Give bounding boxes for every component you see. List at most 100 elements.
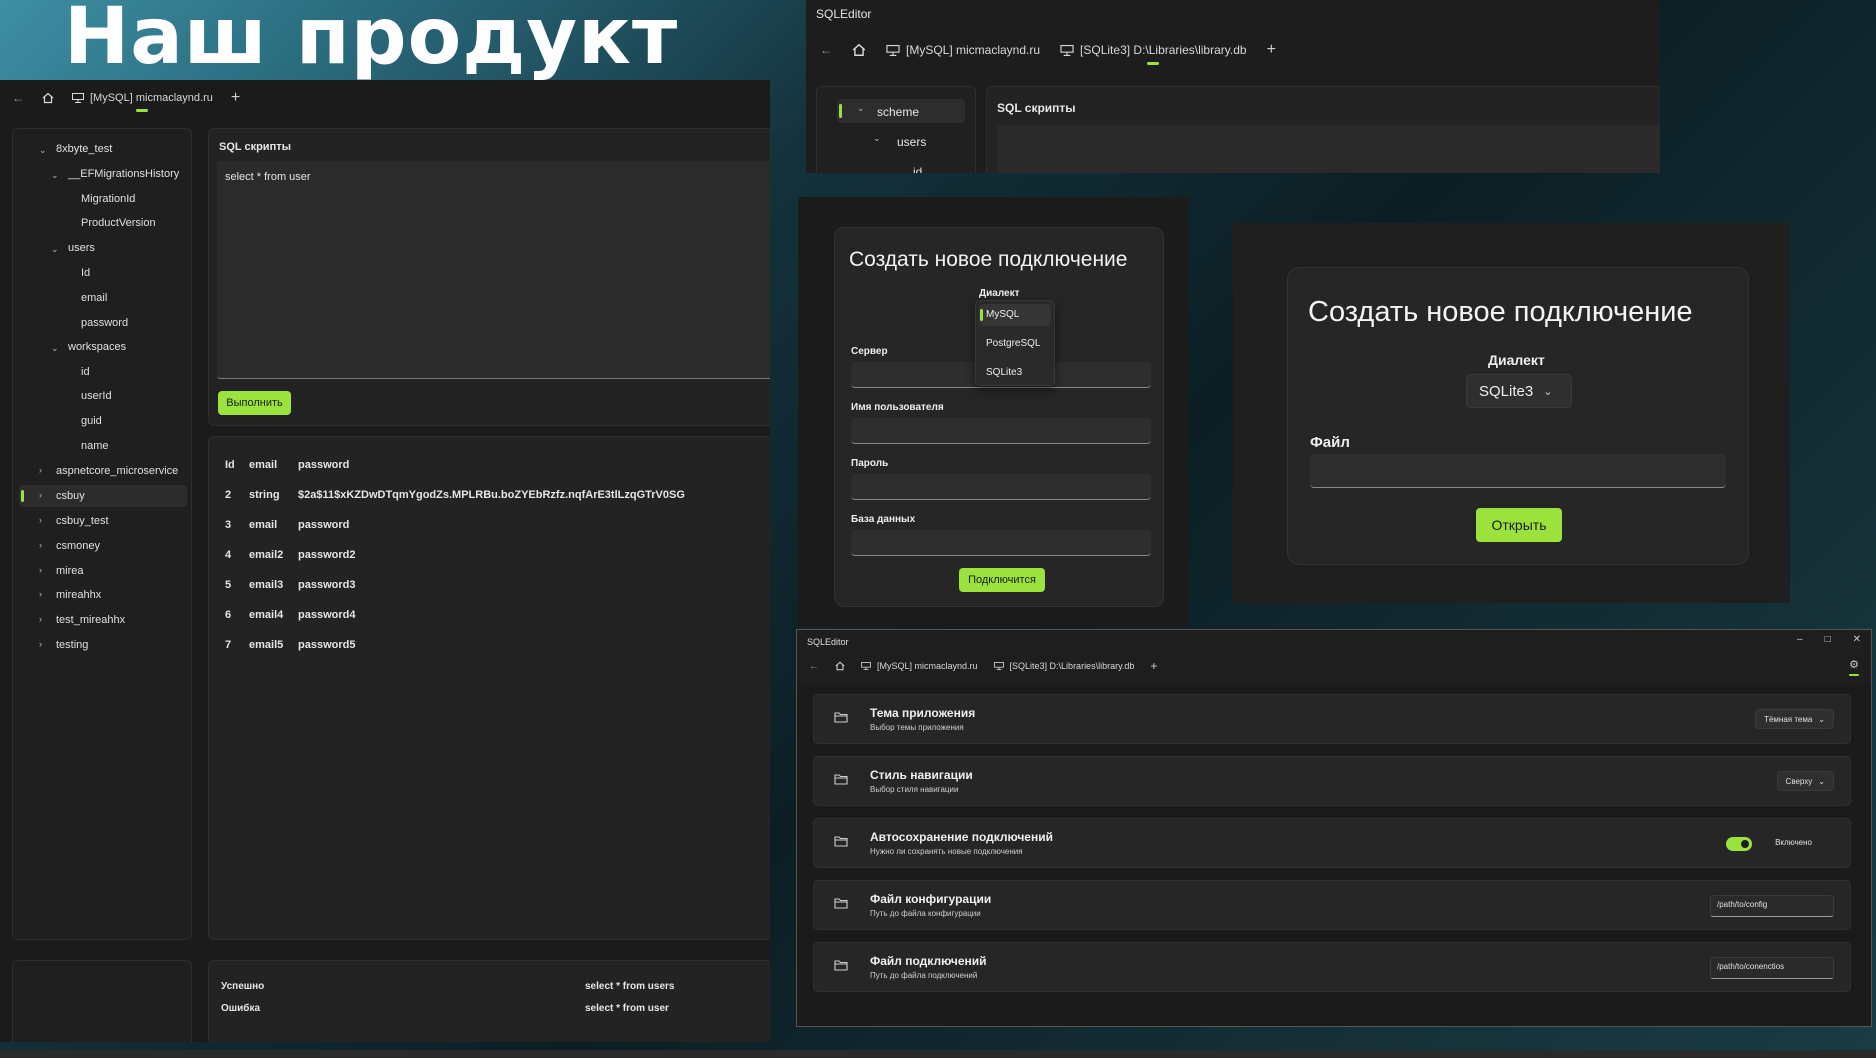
server-label: Сервер bbox=[851, 346, 888, 357]
active-tab-indicator bbox=[1849, 674, 1860, 676]
file-field[interactable] bbox=[1310, 454, 1726, 488]
back-arrow-icon[interactable]: ← bbox=[12, 91, 24, 105]
window-title: SQLEditor bbox=[807, 637, 849, 647]
tree-db[interactable]: mirea bbox=[56, 565, 84, 577]
tree-node-users[interactable]: users bbox=[897, 135, 926, 149]
tab-mysql-connection[interactable]: [MySQL] micmaclaynd.ru bbox=[72, 92, 213, 112]
tree-db[interactable]: testing bbox=[56, 639, 88, 651]
config-path-input[interactable]: /path/to/config bbox=[1710, 895, 1834, 917]
chevron-down-icon[interactable]: ⌄ bbox=[51, 170, 59, 181]
tab-sqlite-connection[interactable]: [SQLite3] D:\Libraries\library.db bbox=[993, 661, 1134, 671]
run-button[interactable]: Выполнить bbox=[218, 391, 291, 415]
autosave-toggle[interactable] bbox=[1726, 837, 1752, 851]
tree-db[interactable]: test_mireahhx bbox=[56, 614, 125, 626]
home-icon[interactable] bbox=[852, 43, 866, 57]
chevron-down-icon[interactable]: ⌄ bbox=[51, 343, 59, 354]
tree-column[interactable]: password bbox=[81, 317, 128, 329]
tree-column[interactable]: email bbox=[81, 292, 107, 304]
chevron-right-icon[interactable]: › bbox=[39, 540, 42, 550]
dialect-option[interactable]: PostgreSQL bbox=[986, 338, 1040, 349]
chevron-right-icon[interactable]: › bbox=[39, 490, 42, 500]
chevron-down-icon[interactable]: ⌄ bbox=[873, 133, 881, 144]
chevron-right-icon[interactable]: › bbox=[39, 589, 42, 599]
tree-db[interactable]: aspnetcore_microservice bbox=[56, 465, 178, 477]
add-tab-icon[interactable]: + bbox=[1267, 41, 1276, 59]
tree-column[interactable]: Id bbox=[81, 267, 90, 279]
settings-content: Тема приложения Выбор темы приложения Тё… bbox=[797, 682, 1871, 1026]
dialog-title: Создать новое подключение bbox=[1308, 296, 1693, 328]
connection-dialog: Создать новое подключение Диалект SQLite… bbox=[1287, 267, 1749, 565]
tree-db[interactable]: csmoney bbox=[56, 540, 100, 552]
dialect-option[interactable]: MySQL bbox=[986, 309, 1019, 320]
chevron-down-icon[interactable]: ⌄ bbox=[39, 145, 47, 156]
add-tab-icon[interactable]: + bbox=[231, 89, 240, 107]
username-field[interactable] bbox=[851, 418, 1151, 444]
log-query: select * from users bbox=[585, 981, 675, 992]
chevron-right-icon[interactable]: › bbox=[39, 515, 42, 525]
chevron-down-icon: ⌄ bbox=[1818, 776, 1825, 786]
chevron-down-icon[interactable]: ⌄ bbox=[51, 244, 59, 255]
tree-table-users[interactable]: users bbox=[68, 242, 95, 254]
tree-column[interactable]: ProductVersion bbox=[81, 217, 156, 229]
column-header[interactable]: Id bbox=[225, 459, 235, 471]
back-arrow-icon[interactable]: ← bbox=[809, 661, 819, 672]
cell-password: password5 bbox=[298, 639, 356, 651]
tree-db-selected[interactable]: csbuy bbox=[56, 490, 85, 502]
maximize-icon[interactable]: □ bbox=[1825, 634, 1831, 645]
tree-db[interactable]: mireahhx bbox=[56, 589, 101, 601]
dialect-select-value: SQLite3 bbox=[1479, 382, 1534, 400]
tree-table-workspaces[interactable]: workspaces bbox=[68, 341, 126, 353]
tree-column[interactable]: MigrationId bbox=[81, 193, 135, 205]
tree-db[interactable]: csbuy_test bbox=[56, 515, 109, 527]
tree-db-8xbyte-test[interactable]: 8xbyte_test bbox=[56, 143, 112, 155]
folder-icon bbox=[834, 897, 848, 909]
home-icon[interactable] bbox=[42, 92, 54, 104]
connections-path-input[interactable]: /path/to/conenctios bbox=[1710, 957, 1834, 979]
chevron-right-icon[interactable]: › bbox=[39, 639, 42, 649]
setting-subtitle: Нужно ли сохранять новые подключения bbox=[870, 847, 1023, 856]
chevron-down-icon[interactable]: ⌄ bbox=[857, 103, 865, 114]
theme-dropdown[interactable]: Тёмная тема ⌄ bbox=[1755, 709, 1834, 729]
minimize-icon[interactable]: – bbox=[1797, 634, 1803, 645]
tree-table-efmigrations[interactable]: __EFMigrationsHistory bbox=[68, 168, 179, 180]
database-field[interactable] bbox=[851, 530, 1151, 556]
add-tab-icon[interactable]: + bbox=[1150, 659, 1157, 673]
cell-password: password bbox=[298, 519, 350, 531]
tree-selected-row bbox=[19, 485, 187, 507]
tree-column[interactable]: userId bbox=[81, 390, 112, 402]
dialect-option[interactable]: SQLite3 bbox=[986, 367, 1022, 378]
home-icon[interactable] bbox=[835, 661, 845, 671]
sql-editor[interactable]: select * from user bbox=[217, 161, 770, 379]
column-header[interactable]: email bbox=[249, 459, 277, 471]
settings-gear-icon[interactable]: ⚙ bbox=[1849, 658, 1860, 676]
tree-column[interactable]: name bbox=[81, 440, 109, 452]
open-button[interactable]: Открыть bbox=[1476, 508, 1562, 542]
file-label: Файл bbox=[1310, 434, 1350, 451]
tree-column[interactable]: guid bbox=[81, 415, 102, 427]
password-field[interactable] bbox=[851, 474, 1151, 500]
password-label: Пароль bbox=[851, 458, 889, 469]
sql-editor[interactable] bbox=[997, 125, 1660, 173]
sql-scripts-panel: SQL скрипты select * from user Выполнить bbox=[208, 128, 770, 426]
close-icon[interactable]: ✕ bbox=[1853, 634, 1861, 645]
cell-password: $2a$11$xKZDwDTqmYgodZs.MPLRBu.boZYEbRzfz… bbox=[298, 489, 685, 501]
tree-node-scheme[interactable]: scheme bbox=[877, 105, 919, 119]
results-table: Id email password 2 string $2a$11$xKZDwD… bbox=[225, 437, 770, 941]
dialect-select[interactable]: SQLite3 ⌄ bbox=[1466, 374, 1572, 408]
navigation-dropdown[interactable]: Сверху ⌄ bbox=[1776, 771, 1834, 791]
tab-mysql-connection[interactable]: [MySQL] micmaclaynd.ru bbox=[886, 43, 1040, 57]
cell-email: email bbox=[249, 519, 278, 531]
cell-password: password4 bbox=[298, 609, 356, 621]
connect-button[interactable]: Подключится bbox=[959, 568, 1045, 592]
tab-mysql-connection[interactable]: [MySQL] micmaclaynd.ru bbox=[861, 661, 978, 671]
tree-column[interactable]: id bbox=[81, 366, 90, 378]
back-arrow-icon[interactable]: ← bbox=[820, 43, 832, 57]
chevron-right-icon[interactable]: › bbox=[39, 465, 42, 475]
tree-node-id[interactable]: id bbox=[913, 165, 922, 173]
cell-id: 7 bbox=[225, 639, 232, 651]
column-header[interactable]: password bbox=[298, 459, 349, 471]
tab-sqlite-connection[interactable]: [SQLite3] D:\Libraries\library.db bbox=[1060, 43, 1247, 65]
setting-title: Автосохранение подключений bbox=[870, 830, 1053, 844]
chevron-right-icon[interactable]: › bbox=[39, 614, 42, 624]
chevron-right-icon[interactable]: › bbox=[39, 565, 42, 575]
